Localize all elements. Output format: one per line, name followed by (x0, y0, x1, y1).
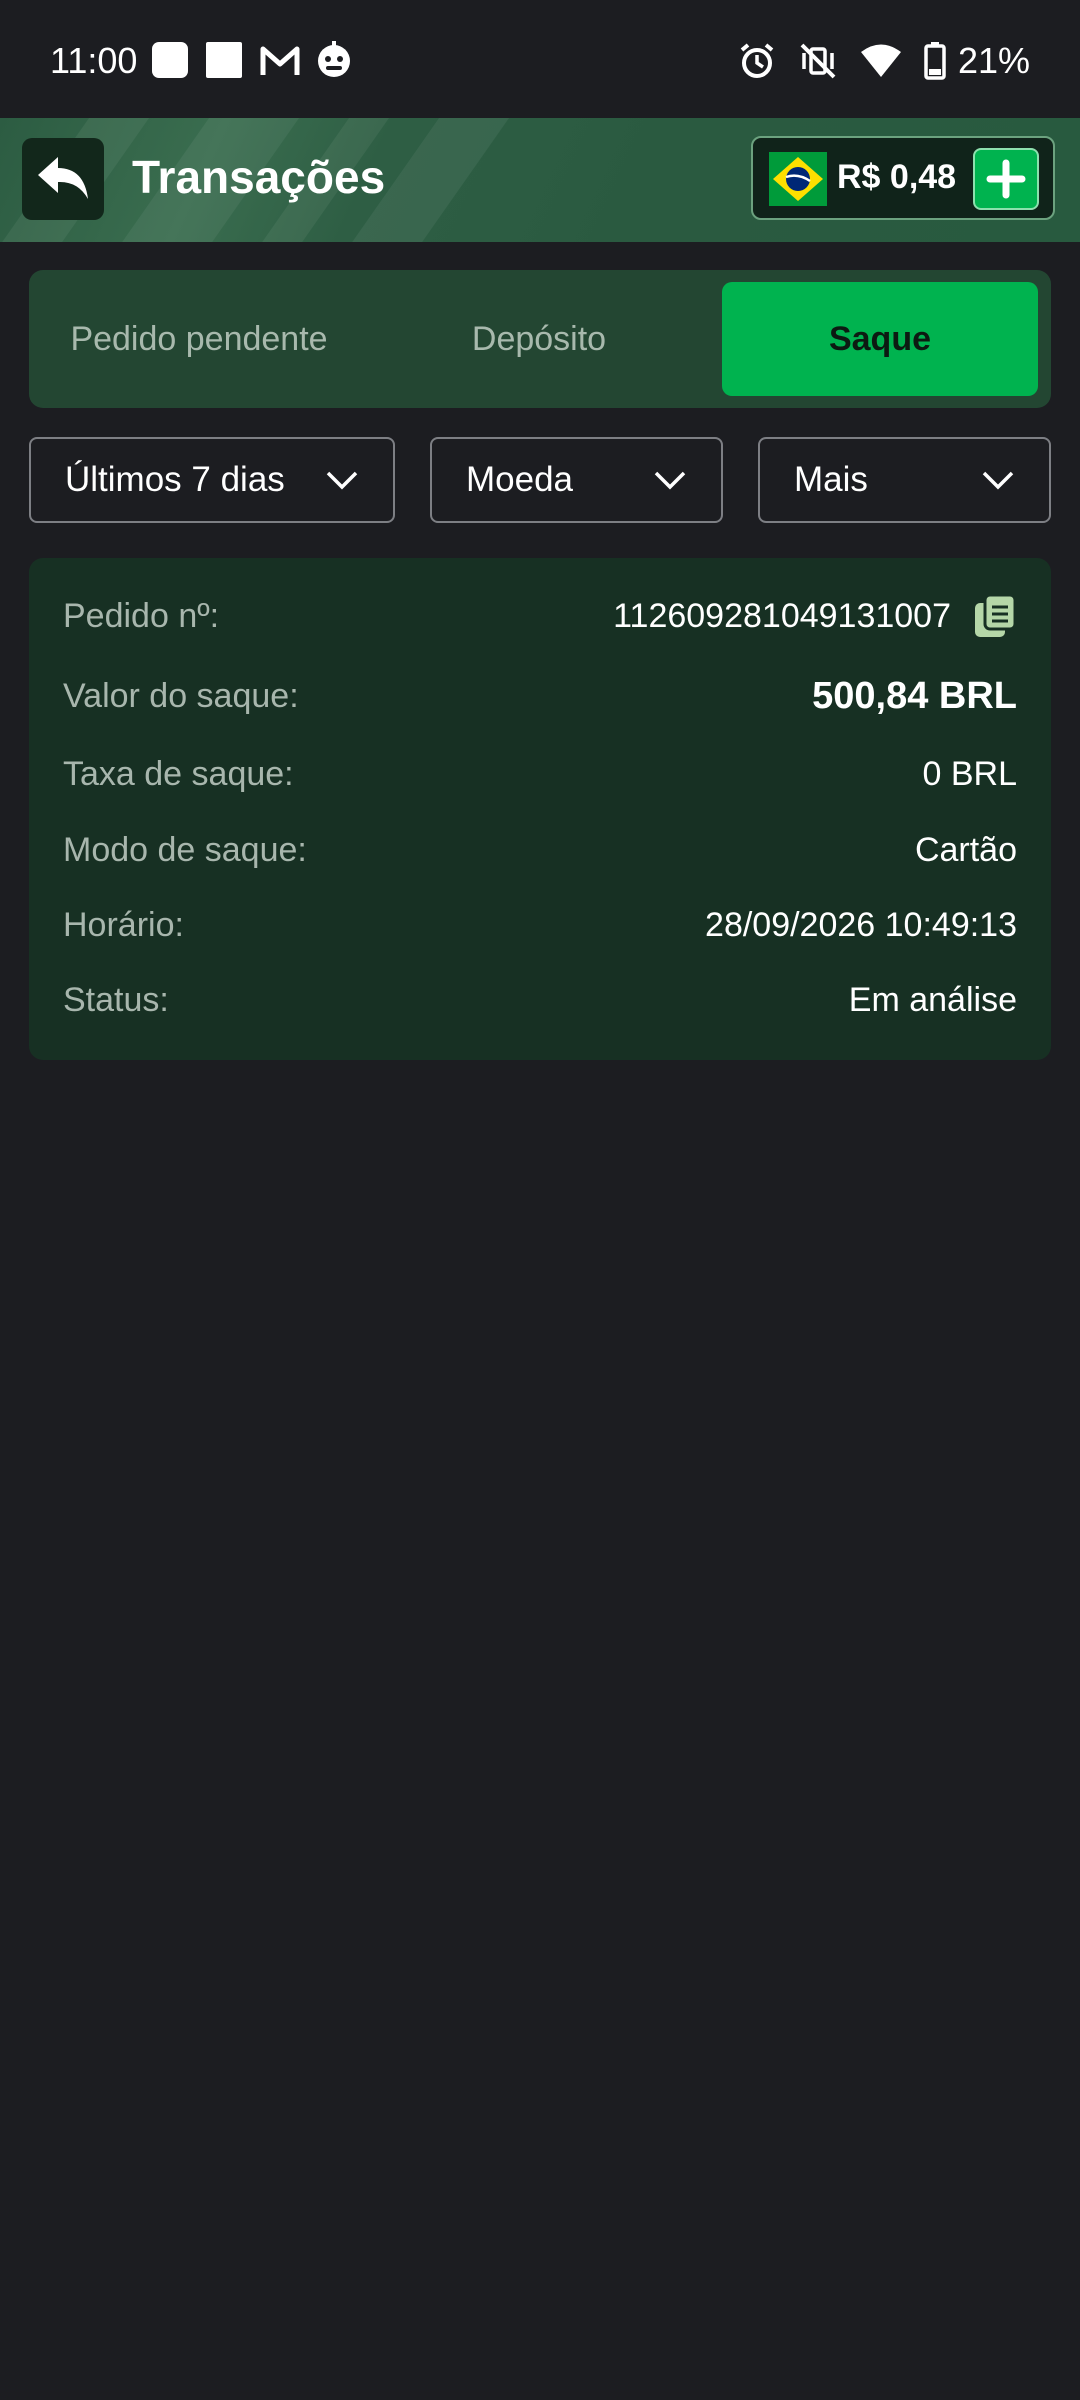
status-right: 21% (738, 40, 1030, 82)
time-label: Horário: (63, 905, 184, 944)
gmail-icon (260, 46, 300, 75)
tab-withdrawal[interactable]: Saque (722, 282, 1038, 396)
app-header: Transações R$ 0,48 (0, 118, 1080, 242)
transaction-card: Pedido nº: 112609281049131007 Valor do s… (29, 558, 1051, 1060)
filter-period-dropdown[interactable]: Últimos 7 dias (29, 437, 395, 523)
row-withdrawal-amount: Valor do saque: 500,84 BRL (63, 666, 1017, 726)
row-time: Horário: 28/09/2026 10:49:13 (63, 895, 1017, 955)
transaction-status: Em análise (848, 980, 1017, 1019)
copy-icon[interactable] (973, 593, 1017, 639)
status-label: Status: (63, 980, 169, 1019)
alarm-icon (740, 43, 774, 78)
page-title: Transações (132, 151, 386, 203)
add-funds-button[interactable] (973, 148, 1039, 210)
filter-more-label: Mais (794, 460, 868, 499)
withdrawal-mode: Cartão (914, 830, 1017, 869)
chevron-down-icon (654, 471, 686, 490)
withdrawal-fee: 0 BRL (922, 754, 1018, 793)
fee-label: Taxa de saque: (63, 754, 294, 793)
transaction-time: 28/09/2026 10:49:13 (705, 905, 1017, 944)
wifi-icon (860, 44, 901, 77)
status-bar: 11:00 21% (0, 0, 1080, 118)
order-label: Pedido nº: (63, 596, 220, 635)
tab-pending-order[interactable]: Pedido pendente (29, 282, 369, 396)
balance-box[interactable]: R$ 0,48 (751, 136, 1055, 220)
amount-label: Valor do saque: (63, 676, 299, 715)
filter-period-label: Últimos 7 dias (65, 460, 285, 499)
brazil-flag-icon (769, 152, 827, 206)
balance-amount: R$ 0,48 (837, 158, 957, 196)
chevron-down-icon (982, 471, 1014, 490)
tab-deposit[interactable]: Depósito (369, 282, 709, 396)
back-button[interactable] (22, 138, 104, 220)
order-number: 112609281049131007 (613, 596, 951, 635)
filter-currency-label: Moeda (466, 460, 574, 499)
row-withdrawal-fee: Taxa de saque: 0 BRL (63, 744, 1017, 804)
app-square-icon (152, 42, 188, 78)
app-square-icon (206, 42, 242, 78)
plus-icon (986, 159, 1026, 199)
battery-percent: 21% (957, 40, 1030, 81)
filter-currency-dropdown[interactable]: Moeda (430, 437, 723, 523)
back-arrow-icon (38, 157, 88, 199)
row-withdrawal-mode: Modo de saque: Cartão (63, 820, 1017, 880)
filter-more-dropdown[interactable]: Mais (758, 437, 1051, 523)
chevron-down-icon (326, 471, 358, 490)
row-order-number: Pedido nº: 112609281049131007 (63, 586, 1017, 646)
transaction-tabs: Pedido pendente Depósito Saque (29, 270, 1051, 408)
bot-icon (318, 41, 350, 77)
status-time: 11:00 (50, 40, 138, 81)
vibrate-off-icon (800, 43, 836, 79)
mode-label: Modo de saque: (63, 830, 307, 869)
withdrawal-amount: 500,84 BRL (812, 674, 1017, 717)
battery-icon (924, 42, 946, 80)
row-status: Status: Em análise (63, 970, 1017, 1030)
